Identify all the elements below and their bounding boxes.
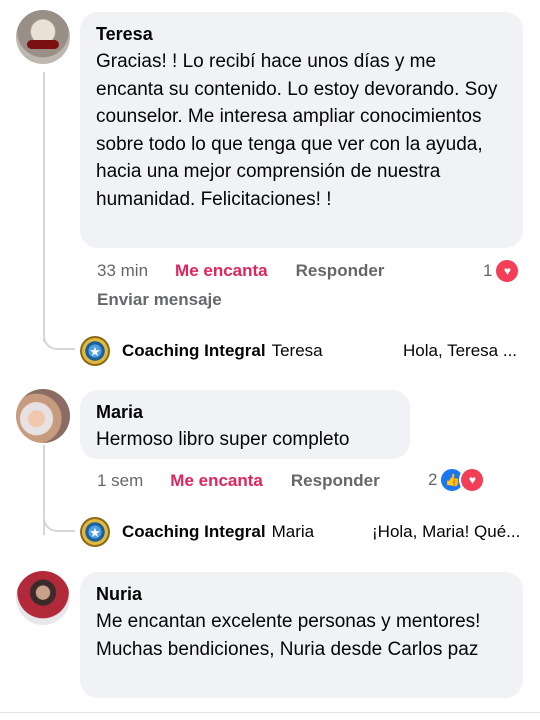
page-avatar: ★ <box>80 336 110 366</box>
reply-button[interactable]: Responder <box>296 261 385 281</box>
reaction-summary[interactable]: 2 👍 ♥ <box>428 467 486 493</box>
reply-snippet: ¡Hola, Maria! Qué... <box>372 522 521 541</box>
reaction-count: 2 <box>428 470 438 489</box>
page-avatar: ★ <box>80 517 110 547</box>
avatar[interactable] <box>16 389 70 443</box>
reply-recipient: Teresa <box>271 341 323 360</box>
comment-bubble: Teresa Gracias! ! Lo recibí hace unos dí… <box>80 12 523 248</box>
reply-recipient: Maria <box>271 522 315 541</box>
comment-author[interactable]: Teresa <box>96 22 507 46</box>
comment-bubble: Maria Hermoso libro super completo <box>80 390 410 459</box>
heart-reaction-icon: ♥ <box>494 258 521 284</box>
reply-snippet: Hola, Teresa ... <box>403 341 518 360</box>
send-message-label: Enviar mensaje <box>97 290 222 309</box>
thread-line <box>43 72 45 342</box>
reaction-count: 1 <box>483 261 493 280</box>
avatar[interactable] <box>16 10 70 64</box>
comment-actions: 33 min Me encanta Responder <box>97 260 384 282</box>
heart-reaction-icon: ♥ <box>459 467 486 493</box>
comment-time[interactable]: 1 sem <box>97 471 143 491</box>
reply-author: Coaching Integral <box>122 341 266 360</box>
send-message-link[interactable]: Enviar mensaje <box>97 289 222 311</box>
comment-author[interactable]: Nuria <box>96 582 507 606</box>
avatar[interactable] <box>16 571 70 625</box>
reply-button[interactable]: Responder <box>291 471 380 491</box>
comment-text: Me encantan excelente personas y mentore… <box>96 611 481 660</box>
avatar-glasses <box>27 40 59 49</box>
reply-preview[interactable]: ★ Coaching Integral Teresa Hola, Teresa … <box>80 335 525 367</box>
comment-text: Gracias! ! Lo recibí hace unos días y me… <box>96 51 498 210</box>
comment-author[interactable]: Maria <box>96 400 394 424</box>
comment-bubble: Nuria Me encantan excelente personas y m… <box>80 572 523 698</box>
reply-author: Coaching Integral <box>122 522 266 541</box>
comment-actions: 1 sem Me encanta Responder <box>97 470 380 492</box>
comment-text: Hermoso libro super completo <box>96 429 350 450</box>
comment-time[interactable]: 33 min <box>97 261 148 281</box>
reply-preview[interactable]: ★ Coaching Integral Maria ¡Hola, Maria! … <box>80 516 525 548</box>
love-button[interactable]: Me encanta <box>175 261 268 281</box>
thread-elbow <box>43 320 75 350</box>
reaction-summary[interactable]: 1 ♥ <box>483 258 521 284</box>
divider <box>0 712 540 713</box>
thread-elbow <box>43 510 75 532</box>
love-button[interactable]: Me encanta <box>170 471 263 491</box>
